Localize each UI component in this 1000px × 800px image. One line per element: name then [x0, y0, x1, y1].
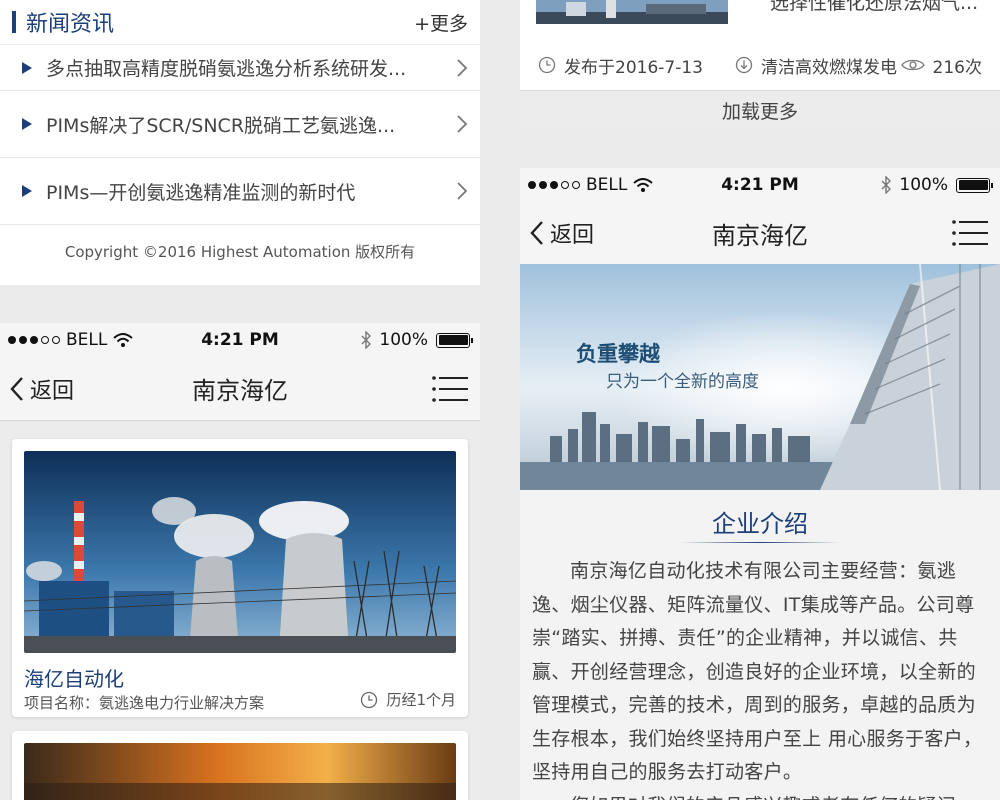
- status-bar: BELL 4:21 PM 100%: [0, 323, 480, 357]
- eye-icon: [900, 59, 925, 71]
- more-link[interactable]: +更多: [414, 9, 468, 36]
- view-count: 216次: [900, 53, 982, 78]
- publish-date: 发布于2016-7-13: [538, 53, 703, 78]
- wifi-icon: [633, 178, 654, 192]
- article-thumbnail[interactable]: [536, 0, 728, 24]
- news-item-text: 多点抽取高精度脱硝氨逃逸分析系统研发...: [46, 58, 407, 80]
- card-description: 项目名称：氨逃逸电力行业解决方案: [24, 694, 265, 712]
- bluetooth-icon: [881, 176, 892, 194]
- chevron-right-icon: [457, 115, 468, 133]
- publish-date-text: 发布于2016-7-13: [564, 57, 703, 78]
- category-tag[interactable]: 清洁高效燃煤发电: [735, 53, 897, 78]
- news-item[interactable]: 多点抽取高精度脱硝氨逃逸分析系统研发...: [0, 45, 480, 91]
- news-title: 新闻资讯: [26, 12, 115, 37]
- intro-paragraph-2: 您如果对我们的产品感兴趣或者有任何的疑问: [532, 790, 990, 800]
- card-duration: 历经1个月: [360, 689, 456, 710]
- company-intro: 南京海亿自动化技术有限公司主要经营：氨逃逸、烟尘仪器、矩阵流量仪、IT集成等产品…: [532, 555, 990, 800]
- battery-icon: [436, 332, 473, 348]
- back-button[interactable]: 返回: [0, 373, 74, 405]
- news-item[interactable]: PIMs—开创氨逃逸精准监测的新时代: [0, 158, 480, 225]
- hero-banner: 负重攀越 只为一个全新的高度: [520, 264, 1000, 490]
- carrier-name: BELL: [586, 175, 628, 195]
- back-button[interactable]: 返回: [520, 217, 594, 249]
- category-text: 清洁高效燃煤发电: [760, 57, 897, 78]
- chevron-left-icon: [530, 221, 543, 245]
- project-screen: BELL 4:21 PM 100% 返回 南京海亿 海亿自动化 项目名称：氨逃逸…: [0, 323, 480, 800]
- back-label: 返回: [30, 378, 75, 404]
- banner-heading: 负重攀越: [576, 342, 660, 366]
- card-title: 海亿自动化: [24, 667, 124, 691]
- chevron-right-icon: [457, 58, 468, 77]
- wifi-icon: [113, 333, 134, 347]
- news-panel: 新闻资讯 +更多 多点抽取高精度脱硝氨逃逸分析系统研发... PIMs解决了SC…: [0, 0, 480, 285]
- bullet-triangle-icon: [22, 118, 32, 130]
- news-header: 新闻资讯 +更多: [0, 0, 480, 45]
- furnace-image: [24, 743, 456, 800]
- battery-percent: 100%: [899, 175, 948, 195]
- news-item[interactable]: PIMs解决了SCR/SNCR脱硝工艺氨逃逸...: [0, 91, 480, 158]
- card-duration-text: 历经1个月: [386, 691, 456, 709]
- section-divider: [680, 542, 840, 543]
- carrier-name: BELL: [66, 330, 108, 350]
- download-circle-icon: [735, 56, 753, 74]
- bluetooth-icon: [361, 331, 372, 349]
- back-label: 返回: [550, 223, 595, 248]
- intro-paragraph: 南京海亿自动化技术有限公司主要经营：氨逃逸、烟尘仪器、矩阵流量仪、IT集成等产品…: [532, 560, 983, 783]
- bullet-triangle-icon: [22, 185, 32, 197]
- section-marker: [12, 11, 16, 33]
- power-plant-image: [24, 451, 456, 653]
- article-meta: 发布于2016-7-13 清洁高效燃煤发电 216次: [520, 40, 1000, 90]
- company-screen: BELL 4:21 PM 100% 返回 南京海亿 负重攀越 只为一个全新的高度…: [520, 168, 1000, 800]
- nav-bar: 返回 南京海亿: [0, 357, 480, 421]
- banner-subheading: 只为一个全新的高度: [606, 372, 759, 392]
- clock-icon: [538, 56, 556, 74]
- signal-dots-icon: [528, 181, 580, 189]
- section-title: 企业介绍: [712, 510, 808, 538]
- bullet-triangle-icon: [22, 61, 32, 74]
- menu-list-icon[interactable]: [432, 375, 468, 403]
- view-count-text: 216次: [932, 57, 982, 78]
- article-title[interactable]: 选择性催化还原法烟气...: [770, 0, 978, 15]
- load-more-button[interactable]: 加载更多: [520, 90, 1000, 130]
- battery-percent: 100%: [379, 330, 428, 350]
- status-bar: BELL 4:21 PM 100%: [520, 168, 1000, 202]
- nav-bar: 返回 南京海亿: [520, 202, 1000, 264]
- project-card[interactable]: [12, 731, 468, 800]
- news-item-text: PIMs—开创氨逃逸精准监测的新时代: [46, 181, 356, 204]
- chevron-left-icon: [10, 376, 23, 401]
- article-list-panel: 选择性催化还原法烟气... 发布于2016-7-13 清洁高效燃煤发电 216次…: [520, 0, 1000, 130]
- chevron-right-icon: [457, 182, 468, 200]
- clock-icon: [361, 691, 378, 708]
- city-skyline-image: [520, 264, 1000, 490]
- menu-list-icon[interactable]: [952, 219, 988, 247]
- signal-dots-icon: [8, 336, 60, 344]
- news-item-text: PIMs解决了SCR/SNCR脱硝工艺氨逃逸...: [46, 114, 396, 137]
- project-card[interactable]: 海亿自动化 项目名称：氨逃逸电力行业解决方案 历经1个月: [12, 439, 468, 717]
- battery-icon: [956, 177, 993, 193]
- screenshot-stage: 新闻资讯 +更多 多点抽取高精度脱硝氨逃逸分析系统研发... PIMs解决了SC…: [0, 0, 1000, 800]
- copyright-text: Copyright ©2016 Highest Automation 版权所有: [64, 243, 416, 261]
